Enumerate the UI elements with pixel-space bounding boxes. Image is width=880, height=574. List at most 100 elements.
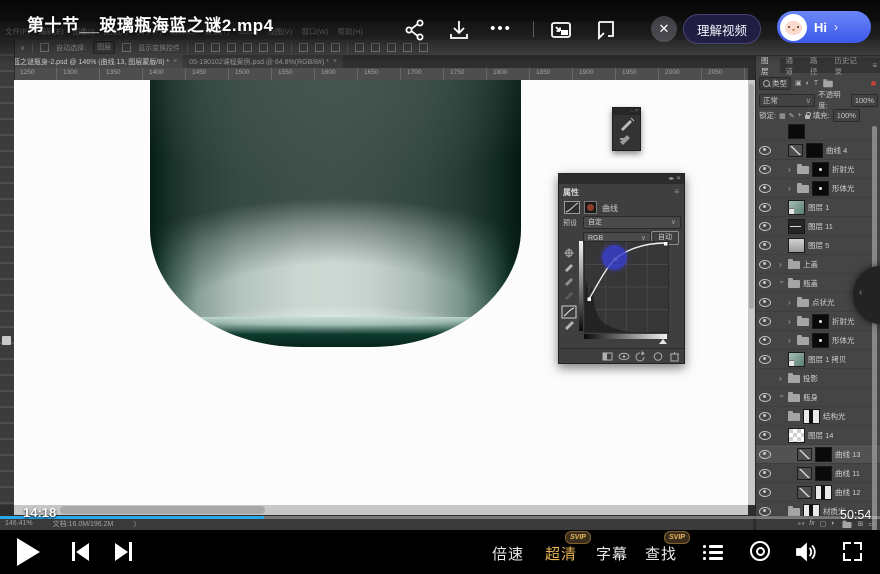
layer-row-partial-0[interactable]	[756, 122, 880, 141]
eye-icon[interactable]	[759, 317, 771, 326]
eye-icon[interactable]	[759, 241, 771, 250]
cast-screen-button[interactable]	[594, 18, 618, 42]
layer-row-结构光[interactable]: 结构光	[756, 407, 880, 426]
clip-mask-icon[interactable]	[584, 201, 597, 214]
find-button[interactable]: 查找	[645, 543, 677, 564]
eye-icon[interactable]	[759, 507, 771, 516]
layer-row-投影[interactable]: ›投影	[756, 369, 880, 388]
close-icon[interactable]: ✕	[651, 16, 677, 42]
status-chevron[interactable]: 〉	[133, 519, 140, 529]
progress-bar[interactable]	[0, 516, 880, 519]
layer-row-上盖[interactable]: ›上盖	[756, 255, 880, 274]
playback-speed-button[interactable]: 倍速	[492, 543, 524, 564]
play-button[interactable]	[17, 538, 40, 566]
hscroll-thumb[interactable]	[60, 506, 265, 514]
eye-icon[interactable]	[759, 279, 771, 288]
filter-group-icon[interactable]	[823, 81, 833, 87]
share-button[interactable]	[403, 18, 427, 42]
next-episode-button[interactable]	[112, 542, 134, 562]
layer-thumbnail-whitebar[interactable]	[803, 409, 820, 424]
eye-icon[interactable]	[759, 222, 771, 231]
lock-pixels-icon[interactable]: ✎	[789, 112, 795, 120]
link-layers-icon[interactable]: ⚬⚬	[796, 520, 804, 528]
layer-thumbnail-blackdot[interactable]	[812, 333, 829, 348]
layer-row-图层 5[interactable]: 图层 5	[756, 236, 880, 255]
filter-adjustment-icon[interactable]: ◐	[806, 80, 810, 87]
eye-icon[interactable]	[759, 488, 771, 497]
download-button[interactable]	[447, 18, 471, 42]
expand-group-icon[interactable]: ›	[788, 317, 794, 326]
eye-icon[interactable]	[759, 298, 771, 307]
layer-thumbnail-black[interactable]	[815, 466, 832, 481]
expand-group-icon[interactable]: ›	[788, 298, 794, 307]
layer-thumbnail-checker[interactable]	[788, 428, 805, 443]
eye-icon[interactable]	[759, 355, 771, 364]
filter-type-icon[interactable]: T	[814, 80, 818, 87]
layer-thumbnail-whitebar[interactable]	[803, 504, 820, 518]
eye-icon[interactable]	[759, 203, 771, 212]
subtitle-button[interactable]: 字幕	[596, 543, 628, 564]
curves-tool-column[interactable]	[561, 248, 577, 334]
playlist-icon[interactable]	[703, 544, 723, 560]
layer-row-形体光[interactable]: ›形体光	[756, 331, 880, 350]
more-options-button[interactable]: •••	[489, 18, 513, 42]
layer-thumbnail-line[interactable]	[788, 219, 805, 234]
ps-toolbar-sliver[interactable]	[0, 40, 15, 505]
expand-group-icon[interactable]: ›	[788, 336, 794, 345]
expand-group-icon[interactable]: ›	[779, 260, 785, 269]
picture-in-picture-button[interactable]	[549, 18, 573, 42]
eye-icon[interactable]	[759, 260, 771, 269]
layer-thumbnail-black[interactable]	[788, 124, 805, 139]
eye-icon[interactable]	[759, 469, 771, 478]
eye-icon[interactable]	[759, 165, 771, 174]
layer-thumbnail-blackdot[interactable]	[812, 162, 829, 177]
layer-thumbnail-blackdot[interactable]	[812, 181, 829, 196]
adjustment-layer-icon[interactable]: ◐	[831, 520, 835, 527]
vertical-scrollbar[interactable]	[748, 80, 755, 505]
filter-pixel-icon[interactable]: ▣	[795, 79, 802, 87]
expand-group-icon[interactable]: ›	[788, 184, 794, 193]
record-icon[interactable]	[750, 541, 770, 561]
horizontal-scrollbar[interactable]	[14, 505, 748, 515]
opacity-value[interactable]: 100%	[851, 94, 878, 107]
curves-footer-icons[interactable]	[559, 348, 684, 363]
layer-thumbnail-teal[interactable]	[788, 200, 805, 215]
layer-row-图层 1[interactable]: 图层 1	[756, 198, 880, 217]
fullscreen-icon[interactable]	[843, 542, 862, 561]
layer-row-曲线 11[interactable]: 曲线 11	[756, 464, 880, 483]
eye-icon[interactable]	[759, 431, 771, 440]
layer-thumbnail-teal[interactable]	[788, 352, 805, 367]
expand-group-icon[interactable]: ›	[788, 165, 794, 174]
layer-thumbnail-whitebar[interactable]	[815, 485, 832, 500]
properties-tab[interactable]: 属性	[563, 187, 579, 198]
lock-all-icon[interactable]	[805, 115, 810, 119]
collapse-group-icon[interactable]: ›	[778, 394, 787, 400]
panel-window-buttons[interactable]: ◂▸ ✕	[559, 174, 684, 184]
layer-row-形体光[interactable]: ›形体光	[756, 179, 880, 198]
layer-row-图层 11[interactable]: 图层 11	[756, 217, 880, 236]
new-group-icon[interactable]	[842, 522, 851, 528]
panel-menu-icon[interactable]: ≡	[674, 187, 679, 196]
previous-episode-button[interactable]	[70, 542, 92, 562]
preset-dropdown[interactable]: 自定∨	[583, 216, 681, 229]
layer-row-折射光[interactable]: ›折射光	[756, 160, 880, 179]
eye-icon[interactable]	[759, 146, 771, 155]
eye-icon[interactable]	[759, 450, 771, 459]
layer-row-图层 1 拷贝[interactable]: 图层 1 拷贝	[756, 350, 880, 369]
eye-icon[interactable]	[759, 184, 771, 193]
layer-style-icon[interactable]: fx	[809, 520, 814, 527]
lock-position-icon[interactable]: +	[798, 112, 802, 119]
layers-scrollbar[interactable]	[872, 126, 877, 530]
layer-row-瓶身[interactable]: ›瓶身	[756, 388, 880, 407]
vscroll-thumb[interactable]	[749, 84, 754, 309]
blend-mode-dropdown[interactable]: 正常 ∨	[759, 94, 815, 107]
filter-type-dropdown[interactable]: 类型	[759, 77, 791, 90]
eye-icon[interactable]	[759, 412, 771, 421]
lock-transparent-icon[interactable]: ▦	[779, 112, 786, 120]
filter-toggle-light[interactable]	[871, 81, 876, 86]
collapse-group-icon[interactable]: ›	[778, 280, 787, 286]
layer-row-曲线 4[interactable]: 曲线 4	[756, 141, 880, 160]
expand-group-icon[interactable]: ›	[779, 374, 785, 383]
layer-row-曲线 13[interactable]: 曲线 13	[756, 445, 880, 464]
add-mask-icon[interactable]: ▢	[820, 520, 827, 528]
